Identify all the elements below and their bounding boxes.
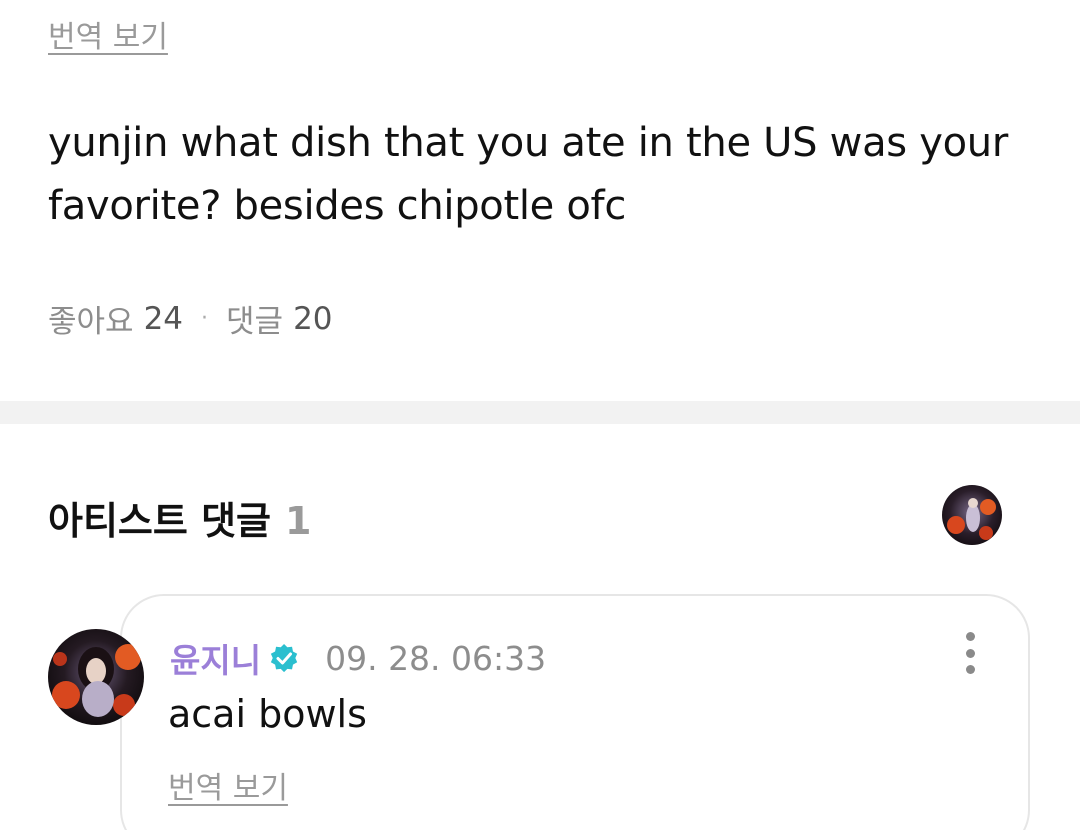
- more-vertical-icon[interactable]: [958, 632, 982, 674]
- comment-text: acai bowls: [168, 692, 367, 736]
- post-translate-link[interactable]: 번역 보기: [48, 12, 168, 56]
- post-stats: 좋아요 24 · 댓글 20: [48, 296, 333, 341]
- comments-label[interactable]: 댓글: [226, 296, 283, 341]
- comment-translate-link[interactable]: 번역 보기: [168, 763, 288, 807]
- post-text: yunjin what dish that you ate in the US …: [48, 120, 1008, 229]
- comment-header: 윤지니 09. 28. 06:33: [170, 634, 546, 682]
- likes-count: 24: [143, 300, 184, 337]
- avatar-image: [942, 485, 1002, 545]
- likes-label[interactable]: 좋아요: [48, 296, 134, 341]
- verified-badge-icon: [270, 643, 298, 673]
- stats-separator: ·: [201, 306, 209, 331]
- more-dot: [965, 632, 975, 641]
- artist-avatar-small[interactable]: [942, 485, 1002, 545]
- artist-comments-count: 1: [285, 499, 312, 543]
- post-detail-screen: 번역 보기 yunjin what dish that you ate in t…: [0, 0, 1080, 830]
- artist-comments-title: 아티스트 댓글: [48, 499, 271, 543]
- comment-timestamp: 09. 28. 06:33: [325, 638, 547, 678]
- more-dot: [965, 648, 975, 658]
- artist-comments-heading: 아티스트 댓글 1: [48, 490, 311, 545]
- section-divider: [0, 401, 1080, 424]
- more-dot: [965, 665, 975, 674]
- avatar-image: [48, 629, 144, 725]
- comment-author-avatar[interactable]: [48, 629, 144, 725]
- comments-count: 20: [293, 300, 333, 337]
- comment-author-name[interactable]: 윤지니: [170, 634, 261, 682]
